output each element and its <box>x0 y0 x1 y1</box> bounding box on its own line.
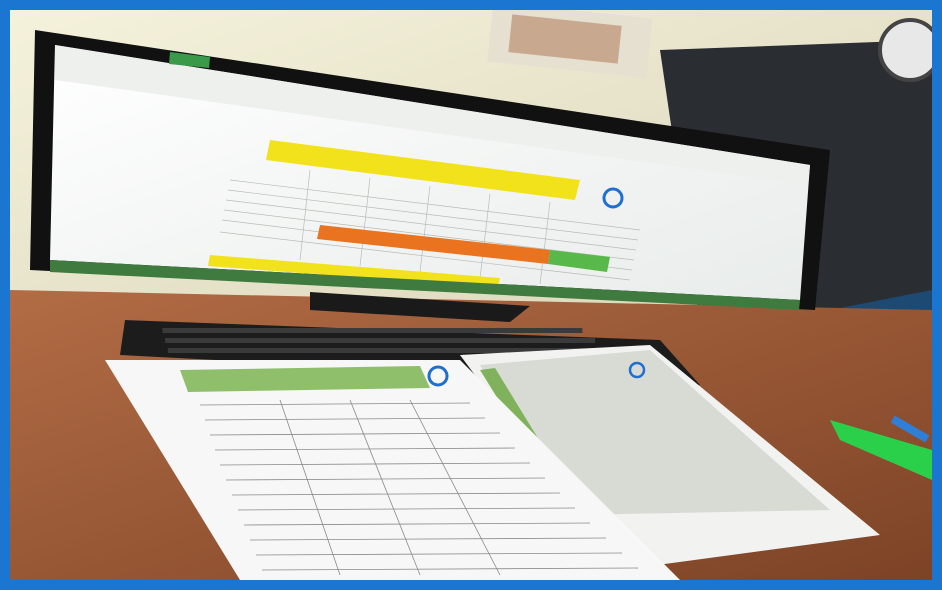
photo-scene <box>10 10 932 580</box>
keyboard-keys <box>162 328 608 353</box>
white-object <box>878 18 932 82</box>
paper-green-header <box>180 366 430 392</box>
photo-frame <box>0 0 942 590</box>
